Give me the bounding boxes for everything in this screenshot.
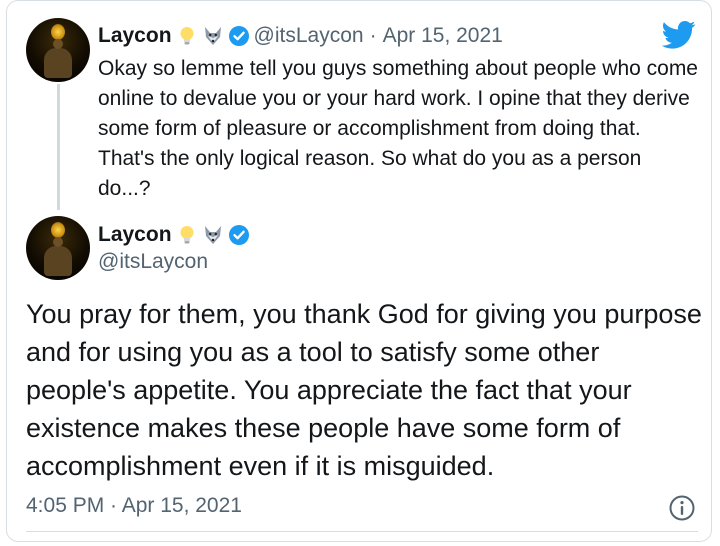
divider <box>26 531 698 532</box>
main-tweet-text: You pray for them, you thank God for giv… <box>26 299 702 481</box>
tweet-timestamp[interactable]: 4:05 PM · Apr 15, 2021 <box>26 494 242 518</box>
thread-connector-line <box>57 84 60 210</box>
wolf-icon <box>202 25 224 47</box>
parent-tweet-text: Okay so lemme tell you guys something ab… <box>98 57 698 200</box>
separator-dot: · <box>369 24 377 47</box>
info-icon[interactable] <box>668 494 696 522</box>
twitter-bird-icon[interactable] <box>661 20 696 50</box>
handle[interactable]: @itsLaycon <box>254 24 364 48</box>
verified-badge-icon <box>228 224 250 246</box>
wolf-icon <box>202 224 224 246</box>
verified-badge-icon <box>228 25 250 47</box>
display-name[interactable]: Laycon <box>98 223 172 247</box>
tweet-date[interactable]: Apr 15, 2021 <box>383 24 503 48</box>
handle[interactable]: @itsLaycon <box>98 250 208 274</box>
display-name[interactable]: Laycon <box>98 24 172 48</box>
main-tweet-header: Laycon <box>98 221 250 249</box>
avatar[interactable] <box>26 18 90 82</box>
light-bulb-icon <box>176 25 198 47</box>
light-bulb-icon <box>176 224 198 246</box>
avatar[interactable] <box>26 216 90 280</box>
parent-tweet-header: Laycon @itsLaycon · Apr 15, 2021 <box>98 22 503 50</box>
